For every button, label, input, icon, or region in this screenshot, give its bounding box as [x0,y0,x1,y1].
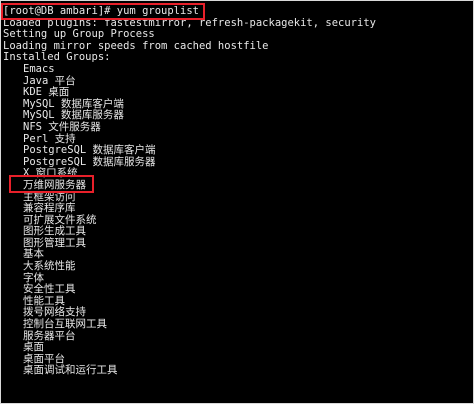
group-item: 桌面 [23,341,44,354]
x-window-highlight-box [9,175,94,193]
group-item: Emacs [23,62,55,75]
group-item: 控制台互联网工具 [23,318,107,331]
terminal-window: [root@DB ambari]# yum grouplist Loaded p… [0,0,474,404]
group-item: PostgreSQL 数据库客户端 [23,144,156,157]
group-item: 桌面调试和运行工具 [23,364,118,377]
group-item: 图形管理工具 [23,236,86,249]
group-item: 大系统性能 [23,260,76,273]
group-item: 安全性工具 [23,283,76,296]
command-highlight-box [1,3,205,20]
group-item: 服务器平台 [23,329,76,342]
group-item: KDE 桌面 [23,86,70,99]
group-item: NFS 文件服务器 [23,120,101,133]
group-item: 兼容程序库 [23,202,76,215]
group-item: Java 平台 [23,74,76,87]
installed-groups-header: Installed Groups: [3,51,111,64]
